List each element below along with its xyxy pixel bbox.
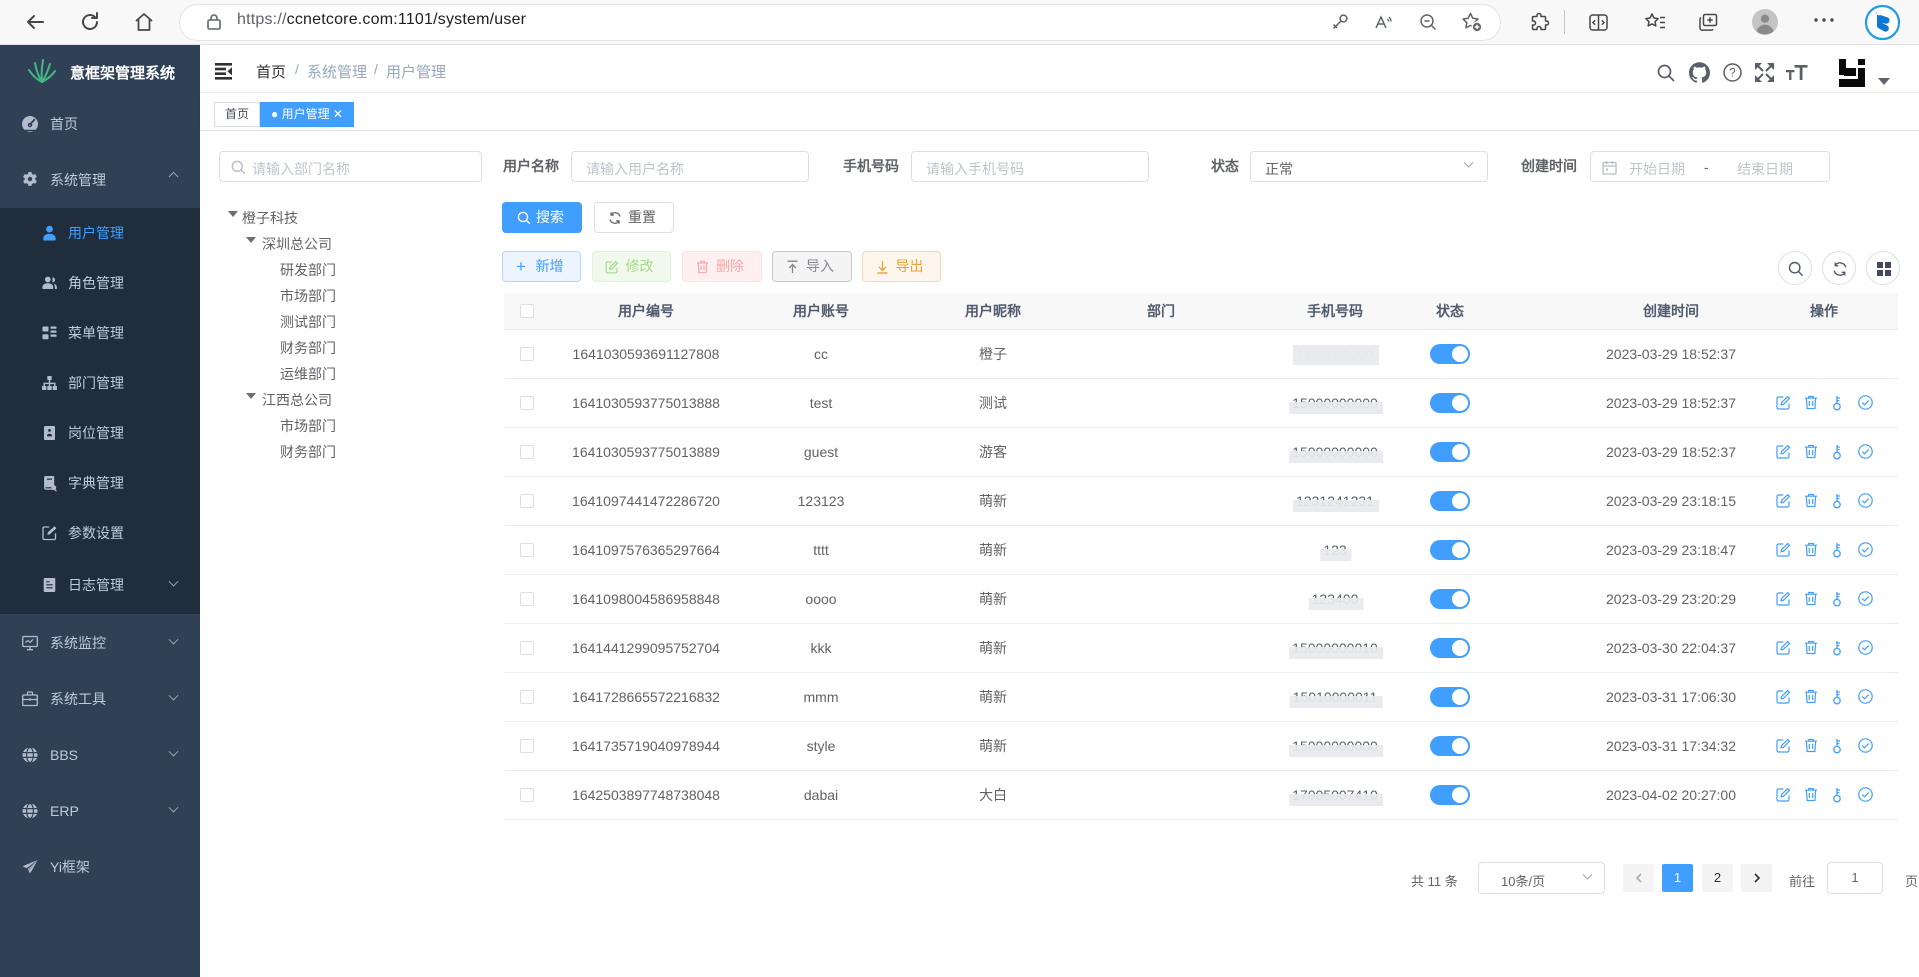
svg-text:?: ? [1729,68,1735,80]
